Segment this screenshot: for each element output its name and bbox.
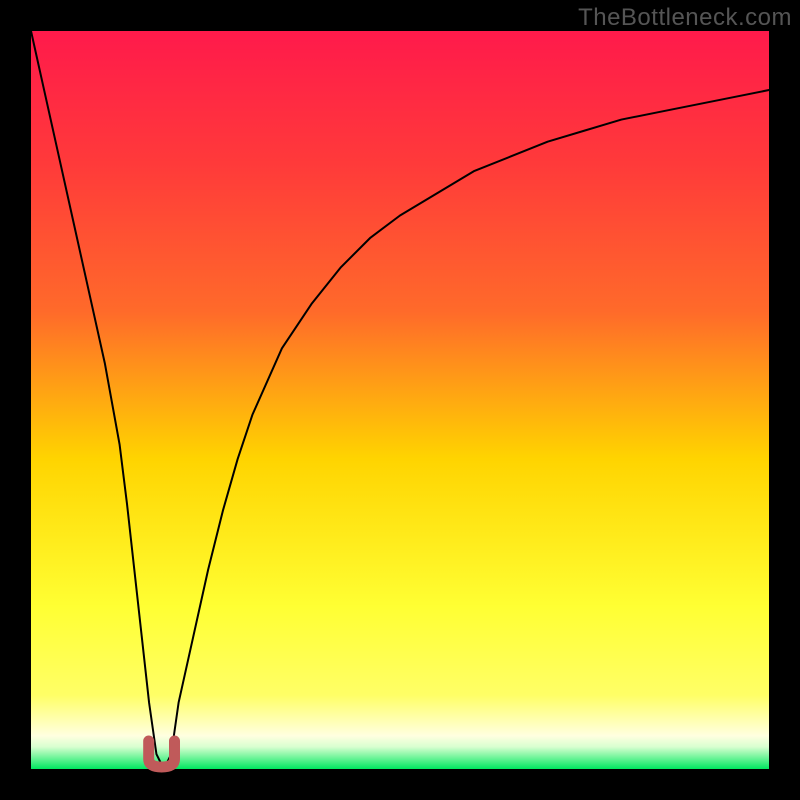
bottleneck-chart	[0, 0, 800, 800]
gradient-background	[31, 31, 769, 769]
watermark-text: TheBottleneck.com	[578, 4, 792, 32]
chart-container: TheBottleneck.com	[0, 0, 800, 800]
